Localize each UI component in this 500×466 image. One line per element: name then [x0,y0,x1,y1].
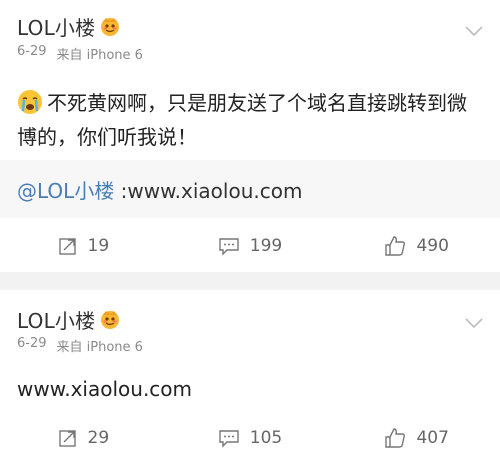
comment-count: 199 [249,236,283,256]
author-name[interactable]: LOL小楼 [17,305,95,334]
post-source: 来自 iPhone 6 [56,340,143,355]
repost-button[interactable]: 29 [0,418,167,458]
chevron-down-icon[interactable] [464,24,484,38]
author-row: LOL小楼 [17,304,121,334]
repost-icon [58,430,76,447]
vip-crown-icon [101,311,120,329]
crying-emoji-icon [18,90,42,114]
comment-icon [219,238,239,256]
post-meta: 6-29 来自 iPhone 6 [17,336,143,355]
action-bar: 19 199 490 [0,226,500,266]
repost-box[interactable]: @LOL小楼 :www.xiaolou.com [0,160,500,218]
weibo-feed: LOL小楼 6-29 来自 iPhone 6 不死黄网啊，只是朋友送了个域名直接… [0,0,500,466]
mention-link[interactable]: @LOL小楼 [17,179,114,203]
comment-button[interactable]: 105 [167,418,334,458]
post-text: www.xiaolou.com [17,377,193,401]
repost-icon [58,238,76,255]
post-body: 不死黄网啊，只是朋友送了个域名直接跳转到微博的，你们听我说！ [17,86,483,154]
repost-count: 29 [87,428,110,448]
chevron-down-icon[interactable] [464,316,484,330]
thumbs-up-icon [385,428,406,448]
like-button[interactable]: 407 [333,418,500,458]
author-name[interactable]: LOL小楼 [17,12,95,41]
post-meta: 6-29 来自 iPhone 6 [17,44,143,63]
author-row: LOL小楼 [17,11,121,41]
post-body: www.xiaolou.com [17,372,483,406]
action-bar: 29 105 407 [0,418,500,458]
post-source: 来自 iPhone 6 [56,48,143,63]
vip-crown-icon [101,18,120,36]
repost-count: 19 [87,236,110,256]
repost-button[interactable]: 19 [0,226,167,266]
like-count: 407 [416,428,449,448]
like-count: 490 [416,236,449,256]
repost-text: :www.xiaolou.com [114,178,303,203]
comment-count: 105 [249,428,283,448]
like-button[interactable]: 490 [333,226,500,266]
comment-button[interactable]: 199 [167,226,334,266]
thumbs-up-icon [385,236,406,256]
post-text: 不死黄网啊，只是朋友送了个域名直接跳转到微博的，你们听我说！ [17,91,467,149]
post-date: 6-29 [17,44,47,59]
post-date: 6-29 [17,336,47,351]
comment-icon [219,430,239,448]
